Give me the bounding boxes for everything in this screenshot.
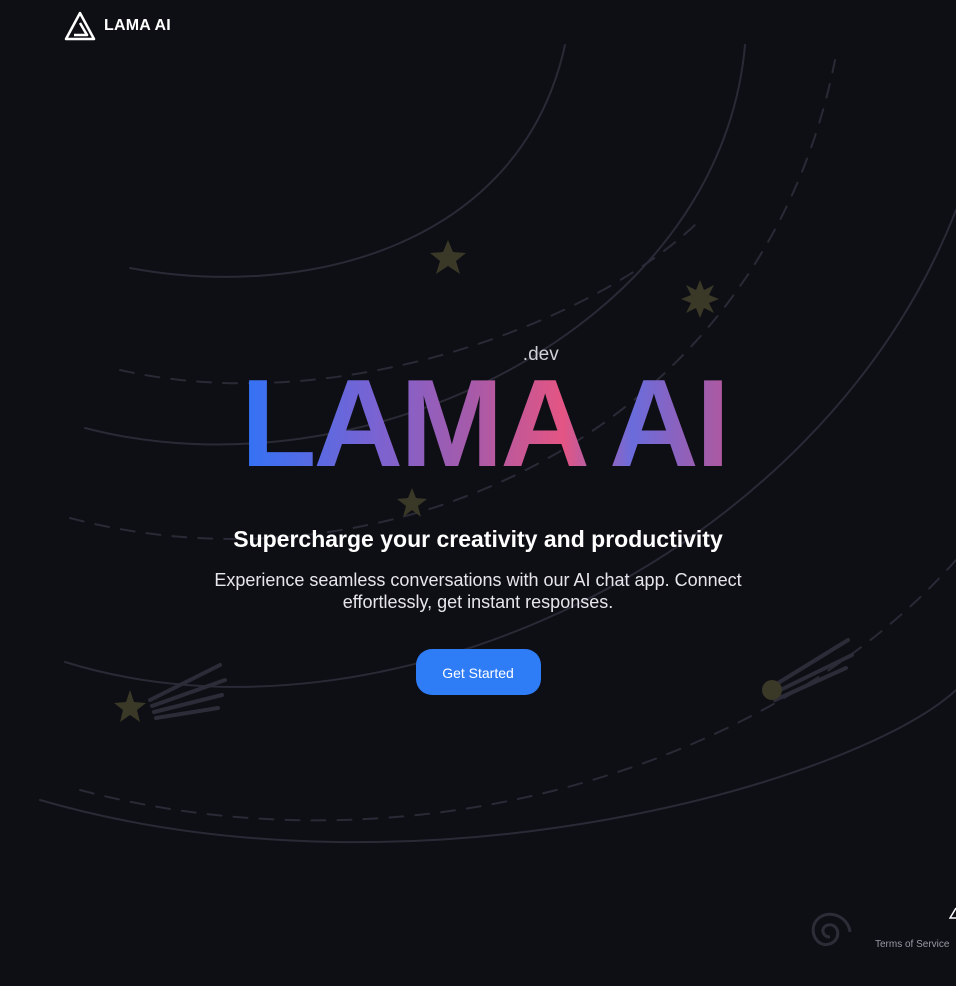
- get-started-button[interactable]: Get Started: [415, 649, 541, 695]
- hero-description: Experience seamless conversations with o…: [214, 570, 742, 612]
- logo-link[interactable]: LAMA AI: [64, 11, 171, 41]
- orbit-line: [39, 689, 956, 844]
- star-icon: [430, 240, 466, 274]
- spiral-icon: [811, 912, 852, 947]
- brand-suffix: .dev: [522, 344, 559, 365]
- footer-logo-icon: [949, 907, 956, 919]
- sparkle-icon: [681, 280, 719, 318]
- terms-of-service-link[interactable]: Terms of Service: [875, 939, 949, 950]
- tagline: Supercharge your creativity and producti…: [233, 526, 723, 552]
- lama-triangle-logo-icon: [64, 11, 96, 41]
- logo-text: LAMA AI: [104, 17, 171, 34]
- brand-heading: .dev LAMA AI: [237, 340, 731, 486]
- orbit-line: [129, 44, 566, 278]
- hero-section: .dev LAMA AI Supercharge your creativity…: [0, 340, 956, 695]
- brand-title: LAMA AI: [237, 362, 731, 486]
